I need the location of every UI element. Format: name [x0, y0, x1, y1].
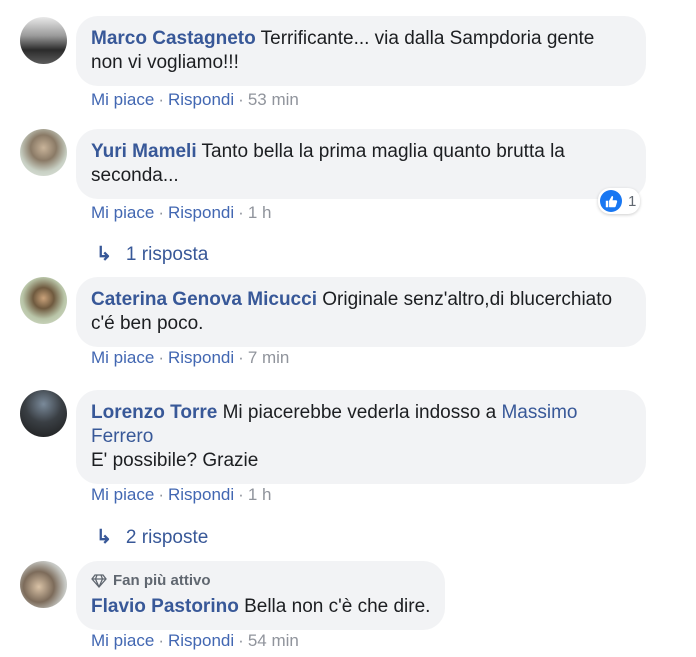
comment-text: Bella non c'è che dire. — [244, 596, 431, 617]
reaction-count[interactable]: 1 — [598, 188, 641, 214]
separator: · — [158, 203, 164, 222]
comment-time[interactable]: 1 h — [248, 485, 272, 504]
separator: · — [238, 485, 244, 504]
separator: · — [158, 485, 164, 504]
separator: · — [238, 203, 244, 222]
reply-link[interactable]: Rispondi — [168, 203, 234, 222]
like-link[interactable]: Mi piace — [91, 90, 154, 109]
separator: · — [158, 631, 164, 650]
like-link[interactable]: Mi piace — [91, 348, 154, 367]
comment-author[interactable]: Flavio Pastorino — [91, 596, 239, 617]
comment-author[interactable]: Caterina Genova Micucci — [91, 289, 317, 310]
comment-bubble: Fan più attivo Flavio Pastorino Bella no… — [76, 561, 446, 630]
comment-text-line2: E' possibile? Grazie — [91, 450, 259, 471]
separator: · — [158, 90, 164, 109]
top-fan-badge[interactable]: Fan più attivo — [91, 569, 430, 593]
comment-time[interactable]: 7 min — [248, 348, 290, 367]
comment-time[interactable]: 53 min — [248, 90, 299, 109]
separator: · — [238, 631, 244, 650]
comment-author[interactable]: Lorenzo Torre — [91, 402, 217, 423]
comment-actions: Mi piace · Rispondi · 1 h — [91, 485, 271, 505]
avatar[interactable] — [20, 17, 67, 64]
comment-text: Mi piacerebbe vederla indosso a — [222, 402, 497, 423]
reply-link[interactable]: Rispondi — [168, 631, 234, 650]
avatar[interactable] — [20, 129, 67, 176]
comment-actions: Mi piace · Rispondi · 7 min — [91, 348, 289, 368]
comment-time[interactable]: 54 min — [248, 631, 299, 650]
comment-bubble: Marco Castagneto Terrificante... via dal… — [76, 16, 646, 86]
reply-link[interactable]: Rispondi — [168, 485, 234, 504]
like-link[interactable]: Mi piace — [91, 203, 154, 222]
view-replies-link[interactable]: ↳ 2 risposte — [96, 526, 208, 549]
reply-arrow-icon: ↳ — [96, 527, 112, 548]
separator: · — [238, 348, 244, 367]
comment-author[interactable]: Marco Castagneto — [91, 28, 256, 49]
reaction-number: 1 — [628, 192, 637, 210]
replies-count[interactable]: 2 risposte — [126, 527, 208, 548]
avatar[interactable] — [20, 277, 67, 324]
comment-actions: Mi piace · Rispondi · 53 min — [91, 90, 299, 110]
comment-time[interactable]: 1 h — [248, 203, 272, 222]
view-replies-link[interactable]: ↳ 1 risposta — [96, 243, 208, 266]
reply-link[interactable]: Rispondi — [168, 90, 234, 109]
comment-bubble: Caterina Genova Micucci Originale senz'a… — [76, 277, 646, 347]
comment-bubble: Lorenzo Torre Mi piacerebbe vederla indo… — [76, 390, 646, 484]
comment-bubble: Yuri Mameli Tanto bella la prima maglia … — [76, 129, 646, 199]
badge-label: Fan più attivo — [113, 572, 211, 589]
separator: · — [158, 348, 164, 367]
like-link[interactable]: Mi piace — [91, 485, 154, 504]
like-link[interactable]: Mi piace — [91, 631, 154, 650]
like-reaction-icon — [600, 190, 622, 212]
avatar[interactable] — [20, 561, 67, 608]
reply-link[interactable]: Rispondi — [168, 348, 234, 367]
comment-actions: Mi piace · Rispondi · 1 h — [91, 203, 271, 223]
reply-arrow-icon: ↳ — [96, 244, 112, 265]
replies-count[interactable]: 1 risposta — [126, 244, 208, 265]
separator: · — [238, 90, 244, 109]
comment-actions: Mi piace · Rispondi · 54 min — [91, 631, 299, 651]
comment-author[interactable]: Yuri Mameli — [91, 141, 197, 162]
avatar[interactable] — [20, 390, 67, 437]
diamond-icon — [91, 574, 107, 588]
